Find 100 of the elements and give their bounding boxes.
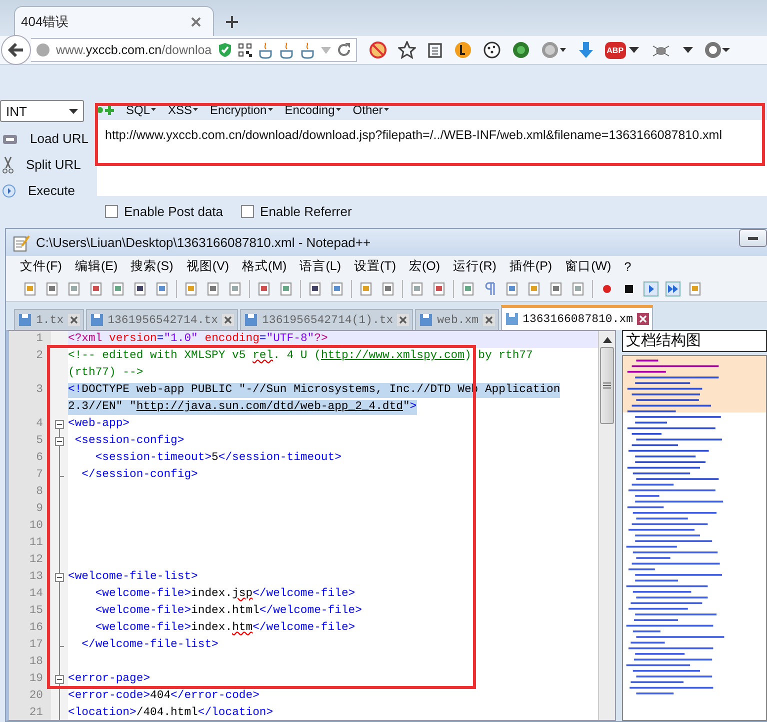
notepad-icon <box>12 234 30 252</box>
panel-title: 文档结构图 <box>622 330 767 352</box>
address-bar[interactable]: www.yxccb.com.cn/downloa <box>31 38 357 62</box>
coffee-cup-icon[interactable] <box>278 42 294 58</box>
line-number: 15 <box>29 605 43 617</box>
orb-icon[interactable] <box>512 41 530 59</box>
code-line: <location>/404.html</location> <box>68 706 274 720</box>
line-number: 7 <box>36 469 43 481</box>
file-tab[interactable]: 1363166087810.xm <box>500 305 653 330</box>
shield-icon[interactable] <box>218 42 232 58</box>
close-icon[interactable] <box>482 314 495 326</box>
caret-icon[interactable] <box>268 108 273 112</box>
menu-item[interactable]: 设置(T) <box>354 258 396 275</box>
close-icon[interactable] <box>397 314 410 326</box>
code-editor[interactable] <box>6 330 616 721</box>
fold-toggle-icon[interactable] <box>55 675 64 684</box>
close-icon[interactable] <box>68 314 80 326</box>
menu-item[interactable]: ? <box>624 260 632 274</box>
reload-icon[interactable] <box>336 43 351 57</box>
letter-circle-icon[interactable] <box>454 41 472 59</box>
file-tab[interactable]: 1361956542714(1).tx <box>240 309 414 330</box>
minimize-button[interactable] <box>739 229 767 247</box>
file-tab[interactable]: 1361956542714.tx <box>86 309 238 330</box>
action-button[interactable]: Execute <box>24 182 79 199</box>
minimize-icon[interactable] <box>748 236 758 240</box>
action-button[interactable]: Split URL <box>22 156 85 173</box>
checkbox[interactable] <box>241 205 254 218</box>
round-menu-icon[interactable] <box>704 41 730 59</box>
menu-item[interactable]: 文件(F) <box>20 258 62 275</box>
back-button[interactable] <box>1 35 31 65</box>
menu-item[interactable]: 搜索(S) <box>130 258 174 275</box>
line-number: 14 <box>29 588 43 600</box>
caret-icon[interactable] <box>336 108 341 112</box>
menu-item[interactable]: 视图(V) <box>186 258 229 275</box>
line-number: 9 <box>36 503 43 515</box>
code-line: <!-- edited with XMLSPY v5 rel. 4 U (http://www.xmlspy.com) by rth77 <box>68 349 533 364</box>
menu-item[interactable]: 宏(O) <box>408 258 440 275</box>
scroll-up-arrow-icon[interactable] <box>602 337 612 343</box>
code-line: <session-timeout>5</session-timeout> <box>94 451 342 466</box>
menu-item[interactable]: 格式(M) <box>242 258 287 275</box>
fold-toggle-icon[interactable] <box>55 573 64 582</box>
line-number: 1 <box>36 333 43 345</box>
menu-item[interactable]: 窗口(W) <box>565 258 612 275</box>
browser-tab[interactable]: 404错误 <box>14 6 214 36</box>
download-arrow-icon[interactable] <box>578 41 594 59</box>
line-number: 12 <box>29 554 43 566</box>
new-tab-plus-icon[interactable] <box>226 16 238 28</box>
caret-icon[interactable] <box>193 108 198 112</box>
coffee-cup-icon[interactable] <box>300 42 315 58</box>
menu-item[interactable]: 语言(L) <box>300 258 342 275</box>
action-button[interactable]: Load URL <box>26 130 93 147</box>
cookie-icon[interactable] <box>482 41 501 59</box>
url-field[interactable]: http://www.yxccb.com.cn/download/download.jsp?filepath=/../WEB-INF/web.xml&filename=1363166087810.xml <box>97 120 767 196</box>
play-circle-icon[interactable] <box>2 184 16 198</box>
menu-item[interactable]: Encryption <box>210 103 273 117</box>
menu-item[interactable]: XSS <box>168 103 198 117</box>
caret-icon[interactable] <box>682 47 693 53</box>
caret-icon[interactable] <box>69 108 78 114</box>
line-number: 10 <box>29 520 43 532</box>
blocked-sign-icon[interactable] <box>368 41 387 59</box>
scrollbar[interactable] <box>598 331 615 720</box>
qr-code-icon[interactable] <box>238 43 252 57</box>
line-number: 16 <box>29 622 43 634</box>
disc-menu-icon[interactable] <box>540 41 567 59</box>
coffee-cup-icon[interactable] <box>258 42 273 58</box>
menu-item[interactable]: 运行(R) <box>453 258 496 275</box>
caret-icon[interactable] <box>151 108 156 112</box>
grip-icon[interactable] <box>603 382 611 389</box>
fast-forward-icon[interactable] <box>665 281 681 297</box>
plus-icon[interactable] <box>105 106 114 114</box>
fold-toggle-icon[interactable] <box>55 420 64 429</box>
close-icon[interactable] <box>191 16 201 26</box>
menu-item[interactable]: Encoding <box>284 103 341 117</box>
menu-item[interactable]: 插件(P) <box>509 258 552 275</box>
file-tab[interactable]: 1.tx <box>14 309 84 330</box>
checkbox[interactable] <box>105 205 118 218</box>
star-icon[interactable] <box>398 41 416 59</box>
line-number: 13 <box>29 571 43 583</box>
clipboard-icon[interactable] <box>426 42 443 58</box>
code-line: <?xml version="1.0" encoding="UTF-8"?> <box>68 332 328 347</box>
menu-item[interactable]: Other <box>352 103 389 117</box>
menu-item[interactable]: 编辑(E) <box>74 258 118 275</box>
back-arrow-icon[interactable] <box>8 43 24 57</box>
close-icon[interactable] <box>637 313 649 325</box>
code-line: </welcome-file-list> <box>80 638 218 653</box>
caret-icon[interactable] <box>384 108 389 112</box>
line-number: 21 <box>29 707 43 719</box>
code-line: <error-code>404</error-code> <box>68 689 260 704</box>
scrollbar-thumb[interactable] <box>600 347 614 424</box>
line-number: 4 <box>36 418 43 430</box>
menu-item[interactable]: SQL <box>126 103 156 117</box>
dropdown[interactable]: INT <box>0 100 84 122</box>
close-icon[interactable] <box>222 314 234 326</box>
file-tab[interactable]: web.xm <box>415 309 499 330</box>
scissors-icon[interactable] <box>2 156 14 174</box>
fold-toggle-icon[interactable] <box>55 437 64 446</box>
line-number: 19 <box>29 673 43 685</box>
caret-icon[interactable] <box>628 47 639 53</box>
play-icon[interactable] <box>643 281 659 297</box>
dot-icon[interactable] <box>97 107 103 113</box>
